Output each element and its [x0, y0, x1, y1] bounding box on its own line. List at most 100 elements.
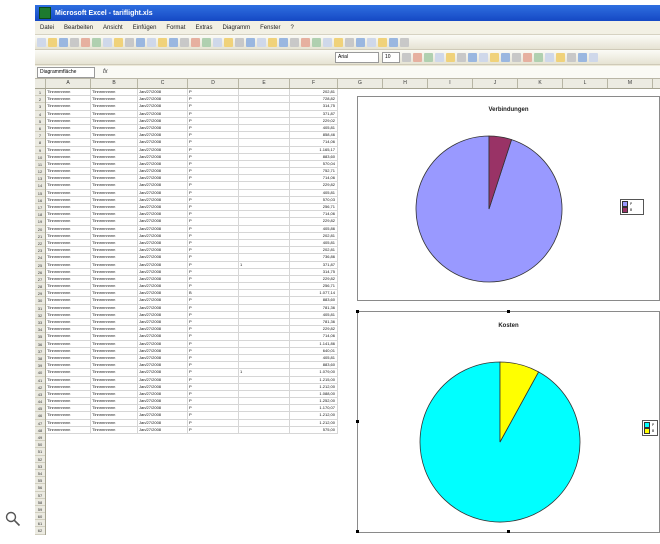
cell[interactable] — [239, 175, 290, 182]
cell[interactable]: Tlnnnnnnnnn — [91, 189, 138, 196]
cell[interactable] — [239, 146, 290, 153]
cell[interactable]: P — [188, 254, 239, 261]
cell[interactable]: Tlnnnnnnnnn — [46, 124, 91, 132]
cell[interactable]: P — [188, 326, 239, 333]
row-header[interactable]: 24 — [35, 254, 45, 262]
cell[interactable]: Tlnnnnnnnnn — [46, 290, 91, 297]
cell-area[interactable]: Tlnnnnnnnnn Tlnnnnnnnnn Jan/27/2008 P 202,81… — [46, 89, 338, 434]
menu-item[interactable]: Extras — [190, 25, 217, 31]
row-header[interactable]: 36 — [35, 341, 45, 348]
cell[interactable]: 1.170,07 — [290, 405, 338, 412]
cell[interactable]: Tlnnnnnnnnn — [46, 211, 91, 218]
cell[interactable]: Tlnnnnnnnnn — [46, 304, 91, 311]
name-box[interactable]: Diagrammfläche — [37, 66, 95, 78]
toolbar-button[interactable] — [578, 52, 587, 62]
resize-handle[interactable] — [356, 310, 359, 313]
cell[interactable]: Tlnnnnnnnnn — [91, 196, 138, 203]
cell[interactable]: 728,82 — [290, 96, 338, 103]
cell[interactable]: Tlnnnnnnnnn — [91, 326, 138, 333]
cell[interactable]: Tlnnnnnnnnn — [46, 110, 91, 117]
cell[interactable]: P — [188, 333, 239, 340]
cell[interactable] — [239, 211, 290, 218]
cell[interactable]: Jan/27/2008 — [138, 124, 188, 132]
cell[interactable]: Tlnnnnnnnnn — [91, 398, 138, 405]
row-header[interactable]: 60 — [35, 513, 45, 521]
column-header[interactable]: F — [290, 79, 338, 88]
cell[interactable]: Tlnnnnnnnnn — [46, 175, 91, 182]
cell[interactable]: 1.215,00 — [290, 376, 338, 383]
fx-icon[interactable]: fx — [103, 69, 108, 75]
cell[interactable]: 752,71 — [290, 168, 338, 175]
cell[interactable]: 314,75 — [290, 268, 338, 275]
cell[interactable]: 570,04 — [290, 160, 338, 168]
cell[interactable] — [239, 412, 290, 419]
cell[interactable]: 256,71 — [290, 204, 338, 211]
cell[interactable]: P — [188, 132, 239, 139]
cell[interactable]: 229,82 — [290, 182, 338, 189]
cell[interactable] — [239, 297, 290, 304]
row-header[interactable]: 28 — [35, 283, 45, 291]
cell[interactable]: Jan/27/2008 — [138, 347, 188, 354]
menu-item[interactable]: Ansicht — [98, 25, 128, 31]
cell[interactable]: Tlnnnnnnnnn — [91, 275, 138, 283]
cell[interactable]: Jan/27/2008 — [138, 261, 188, 268]
cell[interactable]: 229,02 — [290, 117, 338, 124]
toolbar-button[interactable] — [125, 37, 134, 47]
cell[interactable]: Jan/27/2008 — [138, 412, 188, 419]
cell[interactable]: P — [188, 354, 239, 362]
cell[interactable] — [239, 362, 290, 369]
row-header[interactable]: 20 — [35, 226, 45, 233]
toolbar-button[interactable] — [545, 52, 554, 62]
toolbar-button[interactable] — [312, 37, 321, 47]
cell[interactable]: 1.077,14 — [290, 290, 338, 297]
cell[interactable] — [239, 117, 290, 124]
row-header[interactable]: 13 — [35, 175, 45, 183]
cell[interactable] — [239, 139, 290, 146]
cell[interactable]: Tlnnnnnnnnn — [46, 254, 91, 261]
cell[interactable]: 405,81 — [290, 124, 338, 132]
cell[interactable] — [239, 182, 290, 189]
cell[interactable]: Tlnnnnnnnnn — [46, 139, 91, 146]
toolbar-button[interactable] — [446, 52, 455, 62]
font-size-box[interactable]: 10 — [382, 51, 400, 63]
row-header[interactable]: 22 — [35, 240, 45, 248]
toolbar-button[interactable] — [92, 37, 101, 47]
cell[interactable] — [239, 225, 290, 232]
toolbar-button[interactable] — [367, 37, 376, 47]
cell[interactable]: Tlnnnnnnnnn — [46, 419, 91, 426]
cell[interactable]: 202,81 — [290, 89, 338, 96]
row-header[interactable]: 41 — [35, 377, 45, 384]
toolbar-button[interactable] — [413, 52, 422, 62]
cell[interactable]: Tlnnnnnnnnn — [46, 117, 91, 124]
cell[interactable]: P — [188, 304, 239, 311]
cell[interactable]: P — [188, 283, 239, 290]
cell[interactable]: 1.212,00 — [290, 383, 338, 390]
cell[interactable]: Tlnnnnnnnnn — [91, 333, 138, 340]
cell[interactable]: Tlnnnnnnnnn — [91, 239, 138, 247]
cell[interactable]: 229,82 — [290, 275, 338, 283]
cell[interactable]: Tlnnnnnnnnn — [46, 383, 91, 390]
menu-item[interactable]: Einfügen — [128, 25, 162, 31]
toolbar-button[interactable] — [356, 37, 365, 47]
font-name-box[interactable]: Arial — [335, 51, 379, 63]
cell[interactable] — [239, 124, 290, 132]
toolbar-button[interactable] — [158, 37, 167, 47]
cell[interactable]: 314,75 — [290, 103, 338, 110]
column-header[interactable]: C — [138, 79, 188, 88]
cell[interactable]: Tlnnnnnnnnn — [91, 132, 138, 139]
cell[interactable]: 1.212,00 — [290, 419, 338, 426]
cell[interactable]: Tlnnnnnnnnn — [91, 268, 138, 275]
cell[interactable] — [239, 311, 290, 318]
menu-item[interactable]: Format — [161, 25, 190, 31]
cell[interactable]: 405,86 — [290, 225, 338, 232]
row-header[interactable]: 18 — [35, 211, 45, 219]
toolbar-button[interactable] — [301, 37, 310, 47]
cell[interactable] — [239, 304, 290, 311]
row-header[interactable]: 9 — [35, 147, 45, 154]
cell[interactable] — [239, 333, 290, 340]
cell[interactable]: Tlnnnnnnnnn — [46, 354, 91, 362]
cell[interactable]: 1.079,00 — [290, 369, 338, 376]
cell[interactable]: Tlnnnnnnnnn — [46, 275, 91, 283]
row-header[interactable]: 61 — [35, 520, 45, 528]
column-header[interactable]: N — [653, 79, 660, 88]
